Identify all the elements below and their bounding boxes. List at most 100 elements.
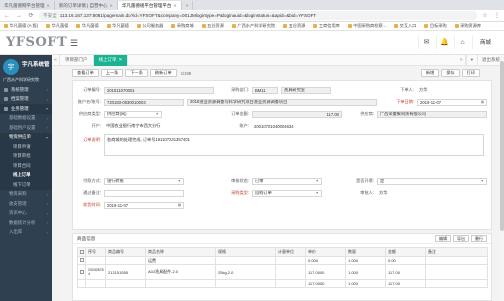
sidebar-item[interactable]: 业务管理 ▾ xyxy=(0,104,52,114)
sidebar-item[interactable]: 基础数据设置 ‹ xyxy=(0,114,52,124)
invoice-select[interactable]: 是 ▼ xyxy=(377,177,487,185)
column-header[interactable]: 金额 xyxy=(385,247,426,257)
sidebar-item[interactable]: 数据统计分析 ‹ xyxy=(0,218,52,228)
column-header[interactable]: 序号 xyxy=(85,247,106,257)
sidebar-item[interactable]: 基础用户设置 ‹ xyxy=(0,123,52,133)
bookmark-item[interactable]: 华凡菌德 (A 版) xyxy=(4,23,38,29)
mail-icon[interactable]: ✉ xyxy=(418,35,434,49)
column-header[interactable]: 商品名称 xyxy=(145,247,216,257)
supplier-type-select[interactable]: 供应商(网) ▼ xyxy=(104,110,162,118)
url-field[interactable]: 不安全 113.16.167.137:8081/pagemain.do?id=Y… xyxy=(39,11,477,20)
bookmark-item[interactable]: 中国采购商检察... xyxy=(347,23,386,29)
order-no-field[interactable]: 201811070001 xyxy=(104,86,214,94)
sidebar-item[interactable]: 档案管理 ‹ xyxy=(0,95,52,105)
menu-icon[interactable]: ⋮ xyxy=(493,12,501,20)
tab-home[interactable]: 项目部门户 xyxy=(60,54,94,66)
avatar[interactable]: 宇 xyxy=(3,59,19,75)
dept-code-field[interactable]: BM11 xyxy=(252,86,278,94)
bookmark-item[interactable]: 交互入口 xyxy=(394,23,416,29)
account-field[interactable]: 720183-0030010003 xyxy=(104,98,184,106)
scrollbar-thumb[interactable] xyxy=(500,61,504,231)
purchase-type-select[interactable]: 自购订单 ▼ xyxy=(252,189,322,197)
table-row[interactable]: 117.0000 1.000 117.00 xyxy=(77,279,488,288)
bookmark-item[interactable]: 公司服务器 xyxy=(136,23,163,29)
sidebar-item[interactable]: 资讯中心 ‹ xyxy=(0,209,52,219)
page-scrollbar[interactable] xyxy=(500,55,504,301)
close-icon[interactable]: ✕ xyxy=(110,3,113,8)
bookmark-item[interactable]: 五谷资源 xyxy=(283,23,305,29)
sidebar-item[interactable]: 项目审批 xyxy=(0,151,52,161)
sidebar-item[interactable]: 系统管理 ‹ xyxy=(0,85,52,95)
remark-textarea[interactable]: 各商城的处理完成, 订单号191107231357401 xyxy=(104,134,484,156)
column-header[interactable]: 商品编号 xyxy=(105,247,146,257)
mall-link[interactable]: 商城 xyxy=(472,35,498,49)
calendar-icon[interactable]: ▦ xyxy=(481,100,484,104)
save-button[interactable]: 保存 xyxy=(441,69,460,77)
close-icon[interactable]: ✕ xyxy=(173,3,176,8)
sidebar-item[interactable]: 物资采购 ‹ xyxy=(0,190,52,200)
sidebar-item[interactable]: 线下订单 xyxy=(0,180,52,190)
prev-record-button[interactable]: 上一条 xyxy=(100,69,124,77)
bell-icon[interactable]: 🔔 xyxy=(436,35,452,49)
status-select[interactable]: 已审 ▼ xyxy=(252,177,322,185)
bookmark-item[interactable]: 华凡菌德 xyxy=(76,23,99,29)
bookmark-item[interactable]: 广西水产科学研究院 xyxy=(231,23,275,29)
dept-name-field[interactable]: 渔具研究室 xyxy=(281,86,331,94)
next-record-button[interactable]: 下一条 xyxy=(125,69,148,77)
bookmark-item[interactable]: 工商信用库 xyxy=(313,23,340,29)
sidebar-item[interactable]: 项目申请 xyxy=(0,142,52,152)
print-button[interactable]: 打印 xyxy=(461,69,480,77)
browser-tab[interactable]: 新的订单详情 | 自营中心 ✕ xyxy=(55,1,118,10)
forward-icon[interactable]: → xyxy=(15,12,23,20)
sidebar-item[interactable]: 项目合同 xyxy=(0,161,52,171)
amount-field[interactable]: 117.00 xyxy=(252,110,342,118)
reload-icon[interactable]: ⟳ xyxy=(27,12,35,20)
menu-toggle-icon[interactable]: ☰ xyxy=(70,38,78,49)
table-row[interactable]: 运费 0.000 1.000 0.00 xyxy=(77,256,488,265)
deliver-date-field[interactable]: 2019-11-07 ▦ xyxy=(104,201,184,209)
column-header[interactable]: 规格 xyxy=(215,247,276,257)
bookmark-item[interactable]: 目标采购 xyxy=(424,23,447,29)
bookmark-item[interactable]: 华凡菌德 xyxy=(106,23,129,29)
tab-current[interactable]: 线上订单 ✕ xyxy=(93,54,129,66)
bookmark-item[interactable]: 五谷资源 xyxy=(201,23,224,29)
edit-button[interactable]: 编辑 xyxy=(435,235,451,242)
row-checkbox[interactable] xyxy=(77,256,86,265)
column-header[interactable]: 单价 xyxy=(305,247,346,257)
bookmark-item[interactable]: 华凡菌德 xyxy=(46,23,68,29)
row-checkbox[interactable] xyxy=(77,264,86,280)
supplier-field[interactable]: 广西荣重象科技有限公司 xyxy=(377,110,487,118)
home-icon[interactable]: ⌂ xyxy=(454,35,470,49)
column-header[interactable]: 计量单位 xyxy=(275,247,306,257)
browser-tab[interactable]: 华凡菌德网平台管理 ✕ xyxy=(0,1,55,10)
refresh-order-button[interactable]: 刷新订单 xyxy=(149,69,177,77)
chevron-right-icon[interactable]: » xyxy=(458,54,466,66)
table-row[interactable]: 20030578 4 212151555 A02渔具配件-2.0 25kg,2.… xyxy=(77,264,488,280)
export-button[interactable]: 导出 xyxy=(453,235,469,242)
sidebar-item[interactable]: 物资供应单 ▾ xyxy=(0,132,52,142)
bookmark-item[interactable]: 采购商城 xyxy=(171,23,194,29)
new-tab-button[interactable]: + xyxy=(182,1,194,10)
delete-row-button[interactable]: 删行 xyxy=(471,235,487,242)
column-header[interactable]: 备注 xyxy=(425,247,488,257)
calendar-icon[interactable]: ▦ xyxy=(178,203,181,207)
sidebar-item[interactable]: 收支管理 ‹ xyxy=(0,199,52,209)
close-icon[interactable]: ✕ xyxy=(119,57,123,63)
approve-note-field[interactable] xyxy=(104,189,184,197)
browser-tab-active[interactable]: 华凡菌德规平台管理平台 ✕ xyxy=(117,1,182,10)
bookmark-item[interactable]: 采购资源库 xyxy=(454,23,481,29)
close-icon[interactable]: ✕ xyxy=(47,3,50,8)
order-date-field[interactable]: 2019-11-07 ▦ xyxy=(417,98,487,106)
select-all-checkbox[interactable] xyxy=(77,247,86,257)
sidebar-item[interactable]: 线上订单 xyxy=(0,170,52,180)
close-tabs-button[interactable]: ▾ xyxy=(465,54,477,66)
star-icon[interactable]: ☆ xyxy=(481,12,489,20)
sidebar-item[interactable]: 入出库 ‹ xyxy=(0,228,52,238)
back-icon[interactable]: ← xyxy=(3,12,11,20)
chevron-left-icon[interactable]: « xyxy=(52,54,60,66)
view-order-button[interactable]: 查看订单 xyxy=(72,69,99,77)
payment-select[interactable]: 银行转账 ▼ xyxy=(104,177,184,185)
column-header[interactable]: 数量 xyxy=(345,247,386,257)
add-button[interactable]: 新增 xyxy=(420,69,440,77)
project-field[interactable]: 2018渔业资源调查与科学研究项目渔业资源调查项目 xyxy=(187,98,377,106)
